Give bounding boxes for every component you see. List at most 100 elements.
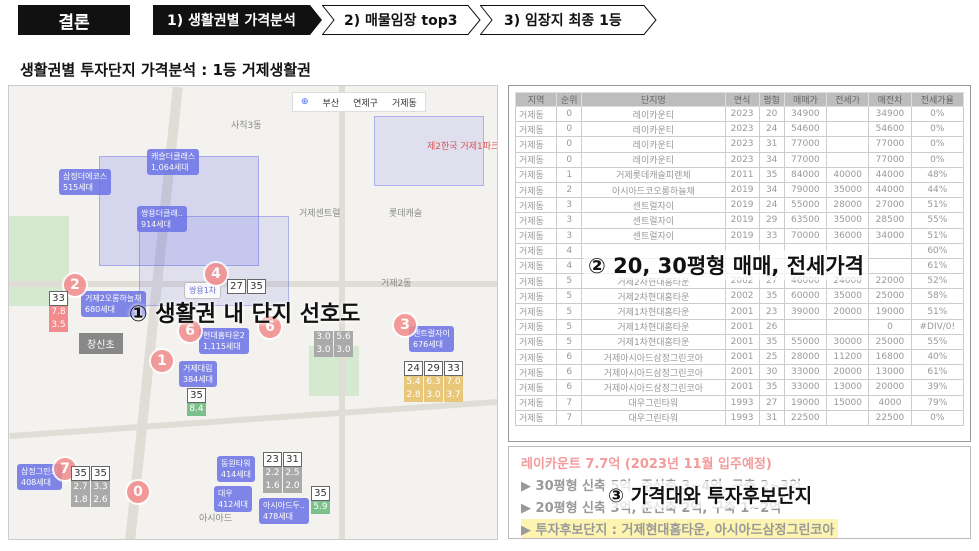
table-cell: 34 [758, 181, 785, 199]
table-cell: 2001 [724, 333, 760, 351]
table-cell: 센트럴자이 [581, 197, 726, 214]
table-cell: 77000 [868, 151, 912, 168]
table-cell: 34900 [868, 105, 912, 123]
table-cell: 20000 [868, 379, 912, 396]
table-header-cell: 연식 [724, 92, 760, 107]
table-cell: 35 [758, 288, 785, 305]
table-cell: 55% [910, 333, 965, 351]
complex-tag[interactable]: 삼정더에코스 515세대 [59, 169, 112, 195]
complex-tag[interactable]: 거제대림 384세대 [179, 361, 217, 387]
table-cell: 28000 [826, 197, 870, 214]
map-location-control[interactable]: ⊕ 부산 연제구 거제동 [292, 92, 426, 112]
map-panel[interactable]: 사직3동 거제센트럴 제2한국 거제1파크 롯데캐슬 거제2동 아시아드 ⊕ 부… [8, 85, 498, 540]
table-cell [826, 105, 870, 123]
table-cell: 대우그린타워 [581, 409, 726, 426]
table-cell: 4 [556, 242, 583, 259]
table-cell: 52% [910, 273, 965, 290]
table-cell: 거제아시아드삼정그린코아 [581, 379, 726, 396]
table-cell: 5 [556, 333, 583, 351]
table-cell: 3 [556, 227, 583, 244]
table-row: 거제동 6 거제아시아드삼정그린코아 2001 35 33000 13000 20000 39% [514, 379, 965, 396]
table-cell [826, 318, 870, 335]
complex-tag[interactable]: 대우 412세대 [214, 486, 252, 512]
table-header-cell: 순위 [556, 92, 583, 107]
table-cell [826, 409, 870, 426]
table-cell: 55000 [783, 333, 828, 351]
table-cell: 34000 [868, 227, 912, 244]
table-cell [826, 136, 870, 153]
table-cell: 20000 [826, 364, 870, 381]
rank-pin[interactable]: 1 [149, 348, 175, 374]
complex-tag[interactable]: 캐슬더클래스 1,064세대 [147, 149, 200, 175]
map-overlay-title: ① 생활권 내 단지 선호도 [129, 302, 361, 327]
table-cell: #DIV/0! [910, 318, 965, 335]
table-cell: 4000 [868, 394, 912, 411]
table-row: 거제동 5 거제1차현대홈타운 2001 35 55000 30000 25000 55% [514, 333, 965, 351]
table-cell: 레이카운티 [581, 151, 726, 168]
table-cell: 2002 [724, 288, 760, 305]
table-cell: 0 [556, 121, 583, 138]
table-header-cell: 전세가 [826, 92, 870, 107]
table-cell: 25 [758, 348, 785, 366]
table-cell: 30 [758, 364, 785, 381]
table-cell: 0 [556, 105, 583, 123]
table-cell: 84000 [783, 166, 828, 183]
table-cell: 거제동 [514, 273, 558, 290]
table-cell: 5 [556, 303, 583, 320]
step-1[interactable]: 1) 생활권별 가격분석 [153, 5, 323, 35]
rank-pin[interactable]: 3 [392, 312, 418, 338]
table-cell: 거제동 [514, 318, 558, 335]
map-region-1[interactable]: 부산 [323, 96, 340, 109]
table-cell: 13000 [868, 364, 912, 381]
step-3-label: 3) 임장지 최종 1등 [504, 13, 622, 29]
table-cell: 77000 [868, 136, 912, 153]
map-region-2[interactable]: 연제구 [353, 96, 378, 109]
table-cell: 0% [910, 105, 965, 123]
map-region-3[interactable]: 거제동 [392, 96, 417, 109]
table-cell: 1993 [724, 409, 760, 426]
table-cell: 79000 [783, 181, 828, 199]
step-3[interactable]: 3) 임장지 최종 1등 [480, 5, 658, 35]
table-cell: 44000 [868, 166, 912, 183]
table-header-cell: 매매가 [783, 92, 828, 107]
complex-tag[interactable]: 아시아드두.. 478세대 [259, 498, 309, 524]
table-cell: 거제동 [514, 333, 558, 351]
complex-tag[interactable]: 쌍용더클래.. 914세대 [137, 206, 187, 232]
table-cell: 39% [910, 379, 965, 396]
table-cell: 거제아시아드삼정그린코아 [581, 364, 726, 381]
rank-pin[interactable]: 4 [203, 261, 229, 287]
table-cell: 19000 [783, 394, 828, 411]
crosshair-icon[interactable]: ⊕ [301, 97, 309, 107]
table-cell: 35 [758, 333, 785, 351]
table-cell: 61% [910, 257, 965, 275]
complex-tag[interactable]: 동원타워 414세대 [217, 456, 255, 482]
table-cell: 거제아시아드삼정그린코아 [581, 348, 726, 366]
step-2[interactable]: 2) 매물임장 top3 [322, 5, 482, 35]
table-cell: 60000 [783, 288, 828, 305]
table-cell: 거제1차현대홈타운 [581, 303, 726, 320]
table-cell: 거제롯데캐슬피렌체 [581, 166, 726, 183]
table-row: 거제동 7 대우그린타워 1993 31 22500 22500 0% [514, 409, 965, 426]
rank-pin[interactable]: 0 [125, 479, 151, 505]
map-label: 거제2동 [381, 279, 412, 289]
table-cell: 44% [910, 181, 965, 199]
table-cell: 51% [910, 227, 965, 244]
table-header-cell: 전세가율 [910, 92, 965, 107]
table-cell: 레이카운티 [581, 105, 726, 123]
table-cell: 22500 [868, 409, 912, 426]
table-cell: 6 [556, 364, 583, 381]
table-row: 거제동 2 아시아드코오롱하늘채 2019 34 79000 35000 44000 44% [514, 181, 965, 199]
table-cell: 13000 [826, 379, 870, 396]
table-cell: 2001 [724, 303, 760, 320]
table-cell: 24 [758, 197, 785, 214]
table-cell: 2023 [724, 151, 760, 168]
table-cell: 44000 [868, 181, 912, 199]
table-cell: 25000 [868, 288, 912, 305]
table-row: 거제동 3 센트럴자이 2019 24 55000 28000 27000 51% [514, 197, 965, 214]
table-cell: 24 [758, 121, 785, 138]
table-header-cell: 단지명 [581, 92, 726, 107]
table-cell: 3 [556, 197, 583, 214]
complex-tag[interactable]: 현대홈타운2 1,115세대 [199, 328, 249, 354]
table-cell: 0% [910, 151, 965, 168]
table-cell: 7 [556, 409, 583, 426]
